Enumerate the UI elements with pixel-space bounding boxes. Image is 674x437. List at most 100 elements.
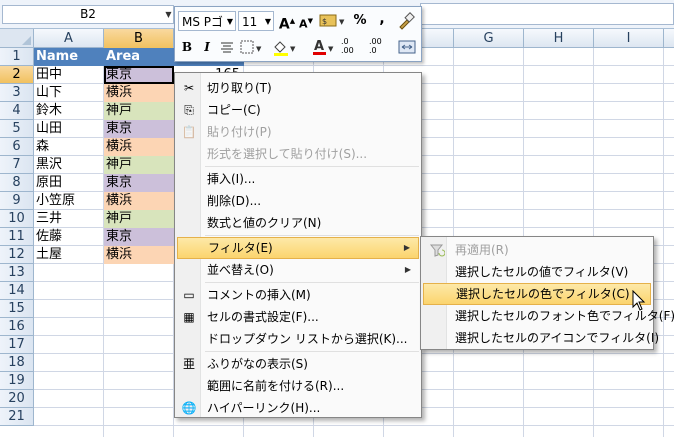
- menu-item-12[interactable]: 亜ふりがなの表示(S): [177, 353, 419, 375]
- submenu-item-label: 選択したセルの色でフィルタ(C): [456, 287, 630, 301]
- menu-item-6[interactable]: 数式と値のクリア(N): [177, 212, 419, 234]
- cell-name[interactable]: 森: [34, 138, 104, 156]
- submenu-item-3[interactable]: 選択したセルのフォント色でフィルタ(F): [423, 305, 674, 327]
- row-header-1[interactable]: 1: [0, 48, 34, 66]
- font-name-box[interactable]: MS Pゴ ▼: [178, 11, 236, 31]
- submenu-item-2[interactable]: 選択したセルの色でフィルタ(C): [423, 283, 651, 305]
- cell-area[interactable]: 横浜: [104, 138, 174, 156]
- fill-color-icon[interactable]: ▼: [271, 37, 299, 57]
- menu-item-3: 形式を選択して貼り付け(S)...: [177, 143, 419, 165]
- menu-item-7[interactable]: フィルタ(E) ▶: [177, 237, 419, 259]
- column-header-g[interactable]: G: [454, 29, 524, 48]
- column-header-i[interactable]: I: [594, 29, 664, 48]
- select-all-corner[interactable]: [0, 29, 34, 48]
- row-header-9[interactable]: 9: [0, 192, 34, 210]
- cell-name[interactable]: 佐藤: [34, 228, 104, 246]
- header-cell-area[interactable]: Area: [104, 48, 174, 66]
- column-header-a[interactable]: A: [34, 29, 104, 48]
- submenu-item-label: 再適用(R): [455, 243, 509, 257]
- row-header-19[interactable]: 19: [0, 372, 34, 390]
- cell-name[interactable]: 小笠原: [34, 192, 104, 210]
- increase-decimal-button[interactable]: .0 .00: [341, 37, 365, 57]
- bold-button[interactable]: B: [179, 37, 195, 57]
- cell-area[interactable]: 神戸: [104, 156, 174, 174]
- cell-area[interactable]: 横浜: [104, 84, 174, 102]
- row-header-2[interactable]: 2: [0, 66, 34, 84]
- row-header-5[interactable]: 5: [0, 120, 34, 138]
- grow-font-button[interactable]: A▲: [278, 11, 296, 33]
- cell-area[interactable]: 横浜: [104, 246, 174, 264]
- format-painter-icon[interactable]: [396, 11, 416, 31]
- row-header-16[interactable]: 16: [0, 318, 34, 336]
- cell-name[interactable]: 黒沢: [34, 156, 104, 174]
- row-header-4[interactable]: 4: [0, 102, 34, 120]
- menu-item-12-label: ふりがなの表示(S): [207, 357, 308, 371]
- submenu-item-4[interactable]: 選択したセルのアイコンでフィルタ(I): [423, 327, 659, 349]
- cell-area[interactable]: 東京: [104, 120, 174, 138]
- cell-name[interactable]: 三井: [34, 210, 104, 228]
- row-header-8[interactable]: 8: [0, 174, 34, 192]
- cell-area[interactable]: 神戸: [104, 210, 174, 228]
- decrease-decimal-button[interactable]: .00 .0: [369, 37, 393, 57]
- row-header-11[interactable]: 11: [0, 228, 34, 246]
- row-header-15[interactable]: 15: [0, 300, 34, 318]
- menu-item-14-label: ハイパーリンク(H)...: [207, 401, 321, 415]
- row-header-20[interactable]: 20: [0, 390, 34, 408]
- menu-item-9[interactable]: ▭ コメントの挿入(M): [177, 284, 419, 306]
- menu-separator: [205, 282, 419, 283]
- column-header-b[interactable]: B: [104, 29, 174, 48]
- row-header-18[interactable]: 18: [0, 354, 34, 372]
- menu-item-4-label: 挿入(I)...: [207, 172, 256, 186]
- menu-item-0[interactable]: ✂ 切り取り(T): [177, 77, 419, 99]
- merge-center-icon[interactable]: [397, 37, 417, 57]
- menu-item-6-label: 数式と値のクリア(N): [207, 216, 322, 230]
- align-center-icon[interactable]: [219, 37, 235, 57]
- cell-name[interactable]: 鈴木: [34, 102, 104, 120]
- gridline-vertical: [663, 48, 664, 437]
- row-header-10[interactable]: 10: [0, 210, 34, 228]
- cell-name[interactable]: 原田: [34, 174, 104, 192]
- menu-item-14[interactable]: 🌐 ハイパーリンク(H)...: [177, 397, 419, 419]
- row-header-6[interactable]: 6: [0, 138, 34, 156]
- row-header-13[interactable]: 13: [0, 264, 34, 282]
- font-size-box[interactable]: 11 ▼: [238, 11, 274, 31]
- menu-item-13[interactable]: 範囲に名前を付ける(R)...: [177, 375, 419, 397]
- cell-name[interactable]: 田中: [34, 66, 104, 84]
- row-header-7[interactable]: 7: [0, 156, 34, 174]
- italic-button[interactable]: I: [199, 37, 215, 57]
- row-header-12[interactable]: 12: [0, 246, 34, 264]
- svg-text:▼: ▼: [328, 45, 334, 53]
- cell-area[interactable]: 神戸: [104, 102, 174, 120]
- menu-item-1[interactable]: ⎘ コピー(C): [177, 99, 419, 121]
- menu-item-8-label: 並べ替え(O): [207, 263, 274, 277]
- cell-area[interactable]: 東京: [104, 174, 174, 192]
- percent-style-button[interactable]: %: [350, 11, 370, 31]
- row-header-17[interactable]: 17: [0, 336, 34, 354]
- borders-icon[interactable]: ▼: [239, 37, 265, 57]
- submenu-item-1[interactable]: 選択したセルの値でフィルタ(V): [423, 261, 651, 283]
- cell-area[interactable]: 東京: [104, 228, 174, 246]
- cell-area[interactable]: 横浜: [104, 192, 174, 210]
- copy-icon: ⎘: [184, 103, 194, 117]
- shrink-font-button[interactable]: A▼: [298, 11, 314, 31]
- row-header-21[interactable]: 21: [0, 408, 34, 426]
- header-cell-name[interactable]: Name: [34, 48, 104, 66]
- menu-item-10[interactable]: ▦ セルの書式設定(F)...: [177, 306, 419, 328]
- font-color-icon[interactable]: A ▼: [311, 37, 337, 57]
- row-header-14[interactable]: 14: [0, 282, 34, 300]
- menu-item-8[interactable]: 並べ替え(O) ▶: [177, 259, 419, 281]
- cell-area[interactable]: 東京: [104, 66, 174, 84]
- currency-format-button[interactable]: $ ▼: [318, 12, 346, 32]
- row-header-3[interactable]: 3: [0, 84, 34, 102]
- format-cells-icon: ▦: [183, 310, 195, 324]
- menu-item-11[interactable]: ドロップダウン リストから選択(K)...: [177, 328, 419, 350]
- column-header-h[interactable]: H: [524, 29, 594, 48]
- menu-item-1-label: コピー(C): [207, 103, 261, 117]
- menu-item-4[interactable]: 挿入(I)...: [177, 168, 419, 190]
- menu-item-5[interactable]: 削除(D)...: [177, 190, 419, 212]
- comma-style-button[interactable]: ,: [374, 9, 390, 29]
- cell-name[interactable]: 山下: [34, 84, 104, 102]
- cell-name[interactable]: 山田: [34, 120, 104, 138]
- cell-name[interactable]: 土屋: [34, 246, 104, 264]
- chevron-down-icon: ▼: [226, 17, 233, 26]
